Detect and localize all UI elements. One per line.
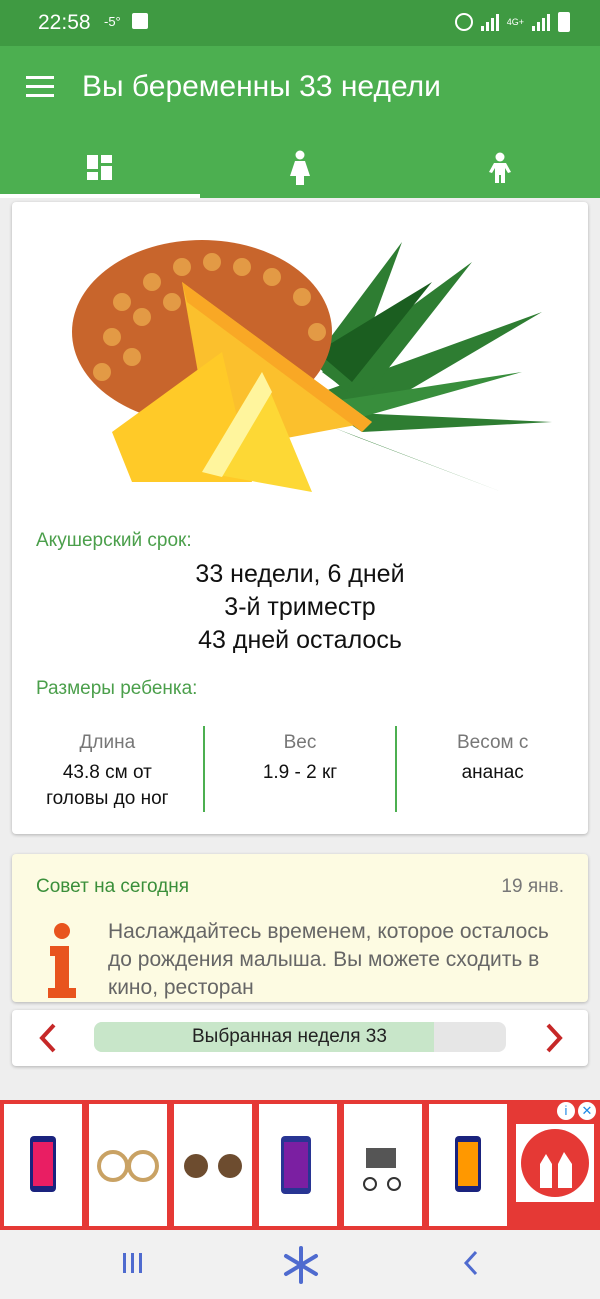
battery-icon bbox=[558, 12, 570, 32]
recent-apps-icon[interactable] bbox=[120, 1250, 146, 1276]
ad-product-earrings[interactable] bbox=[89, 1104, 167, 1226]
status-temperature: -5° bbox=[104, 14, 121, 29]
info-icon bbox=[48, 923, 76, 998]
weight-column: Вес 1.9 - 2 кг bbox=[202, 726, 396, 812]
weight-value: 1.9 - 2 кг bbox=[262, 762, 338, 783]
ad-banner[interactable]: i ✕ bbox=[0, 1100, 600, 1230]
phone-image-3 bbox=[455, 1136, 481, 1192]
previous-week-button[interactable] bbox=[34, 1022, 64, 1054]
tip-text: Наслаждайтесь временем, которое осталось… bbox=[108, 920, 549, 999]
ad-product-phone-2[interactable] bbox=[259, 1104, 337, 1226]
back-icon[interactable] bbox=[462, 1250, 480, 1276]
week-selector: Выбранная неделя 33 bbox=[12, 1010, 588, 1066]
week-info-card: Акушерский срок: 33 недели, 6 дней 3-й т… bbox=[12, 202, 588, 834]
tab-overview[interactable] bbox=[0, 138, 200, 198]
term-summary: 33 недели, 6 дней 3-й триместр 43 дней о… bbox=[12, 558, 588, 657]
signal-icon-2 bbox=[532, 13, 550, 31]
length-value: 43.8 см от головы до ног bbox=[46, 762, 169, 809]
notification-check-icon bbox=[132, 13, 148, 29]
stroller-image bbox=[363, 1148, 401, 1191]
weight-as-column: Весом с ананас bbox=[395, 726, 588, 812]
weight-as-value: ананас bbox=[461, 762, 524, 783]
daily-tip-card[interactable]: Совет на сегодня 19 янв. Наслаждайтесь в… bbox=[12, 854, 588, 1002]
tab-mother[interactable] bbox=[200, 138, 400, 198]
status-time: 22:58 bbox=[38, 11, 91, 34]
ad-product-phone-3[interactable] bbox=[429, 1104, 507, 1226]
ad-brand-logo bbox=[516, 1124, 594, 1202]
next-week-button[interactable] bbox=[538, 1022, 568, 1054]
pineapple-image bbox=[72, 240, 552, 492]
system-nav-bar bbox=[0, 1230, 600, 1299]
term-value: 33 недели, 6 дней bbox=[195, 560, 405, 588]
tab-bar bbox=[0, 138, 600, 198]
menu-icon[interactable] bbox=[26, 76, 54, 98]
status-bar: 22:58 -5° 4G+ bbox=[0, 0, 600, 46]
weight-as-label: Весом с bbox=[456, 732, 529, 753]
phone-image bbox=[30, 1136, 56, 1192]
tip-date: 19 янв. bbox=[501, 876, 564, 897]
mother-icon bbox=[290, 150, 310, 185]
days-remaining: 43 дней осталось bbox=[198, 626, 402, 654]
page-title: Вы беременны 33 недели bbox=[82, 70, 441, 103]
tip-title: Совет на сегодня bbox=[36, 876, 190, 897]
earrings-image bbox=[97, 1150, 159, 1182]
ad-product-stroller[interactable] bbox=[344, 1104, 422, 1226]
length-column: Длина 43.8 см от головы до ног bbox=[12, 726, 203, 812]
dashboard-icon bbox=[87, 155, 112, 180]
tab-baby[interactable] bbox=[400, 138, 600, 198]
signal-icon bbox=[480, 13, 499, 31]
baby-sizes-label: Размеры ребенка: bbox=[36, 678, 198, 699]
ad-close-icon[interactable]: ✕ bbox=[578, 1102, 596, 1120]
week-progress-bar[interactable]: Выбранная неделя 33 bbox=[94, 1022, 506, 1052]
selected-week-label: Выбранная неделя 33 bbox=[192, 1026, 387, 1047]
network-type: 4G+ bbox=[506, 16, 524, 27]
obstetric-term-label: Акушерский срок: bbox=[36, 530, 192, 551]
ad-product-phone[interactable] bbox=[4, 1104, 82, 1226]
phone-image-2 bbox=[281, 1136, 311, 1194]
home-snowflake-icon[interactable] bbox=[282, 1246, 320, 1284]
baby-icon bbox=[489, 152, 511, 183]
ad-choices[interactable]: i ✕ bbox=[557, 1102, 596, 1120]
ad-product-earrings-stone[interactable] bbox=[174, 1104, 252, 1226]
baby-sizes: Длина 43.8 см от головы до ног Вес 1.9 -… bbox=[12, 726, 588, 812]
app-bar: Вы беременны 33 недели bbox=[0, 46, 600, 198]
trimester-value: 3-й триместр bbox=[224, 593, 376, 621]
alarm-icon bbox=[454, 13, 473, 31]
ad-info-icon[interactable]: i bbox=[557, 1102, 575, 1120]
weight-label: Вес bbox=[283, 732, 317, 753]
earrings-stone-image bbox=[184, 1154, 242, 1178]
length-label: Длина bbox=[79, 732, 136, 753]
